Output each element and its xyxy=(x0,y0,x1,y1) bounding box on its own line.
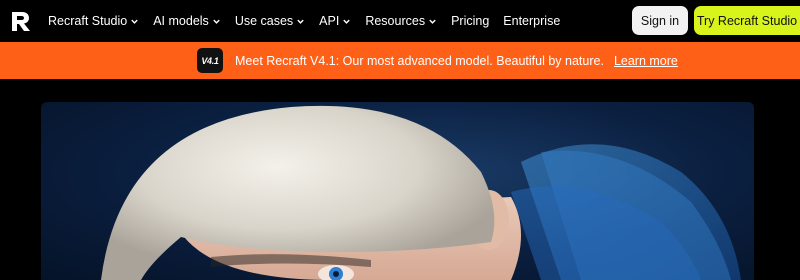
nav-item-label: Resources xyxy=(365,14,426,28)
main-menu: Recraft Studio AI models Use cases API R… xyxy=(48,0,560,42)
nav-item-label: Recraft Studio xyxy=(48,14,128,28)
nav-item-ai-models[interactable]: AI models xyxy=(153,14,221,28)
recraft-logo-icon[interactable] xyxy=(9,9,33,33)
nav-item-recraft-studio[interactable]: Recraft Studio xyxy=(48,14,139,28)
try-recraft-studio-button[interactable]: Try Recraft Studio xyxy=(694,6,800,35)
nav-item-enterprise[interactable]: Enterprise xyxy=(503,14,560,28)
nav-item-label: API xyxy=(319,14,340,28)
top-navigation: Recraft Studio AI models Use cases API R… xyxy=(0,0,800,42)
portrait-photo-image xyxy=(101,105,741,280)
chevron-down-icon xyxy=(131,19,138,24)
chevron-down-icon xyxy=(429,19,436,24)
chevron-down-icon xyxy=(213,19,220,24)
nav-item-label: AI models xyxy=(153,14,209,28)
version-badge: V4.1 xyxy=(197,48,223,73)
nav-item-label: Use cases xyxy=(234,14,294,28)
banner-content: V4.1 Meet Recraft V4.1: Our most advance… xyxy=(197,48,678,73)
chevron-down-icon xyxy=(343,19,351,24)
nav-item-label: Pricing xyxy=(451,14,490,28)
nav-item-resources[interactable]: Resources xyxy=(365,14,437,28)
nav-item-pricing[interactable]: Pricing xyxy=(451,14,489,28)
announcement-banner: V4.1 Meet Recraft V4.1: Our most advance… xyxy=(0,42,800,79)
nav-item-api[interactable]: API xyxy=(319,14,351,28)
nav-item-label: Enterprise xyxy=(503,14,561,28)
chevron-down-icon xyxy=(297,19,304,24)
sign-in-button[interactable]: Sign in xyxy=(632,6,688,35)
learn-more-link[interactable]: Learn more xyxy=(614,54,678,68)
nav-item-use-cases[interactable]: Use cases xyxy=(235,14,305,28)
hero-image xyxy=(41,102,754,280)
banner-message: Meet Recraft V4.1: Our most advanced mod… xyxy=(235,53,604,68)
